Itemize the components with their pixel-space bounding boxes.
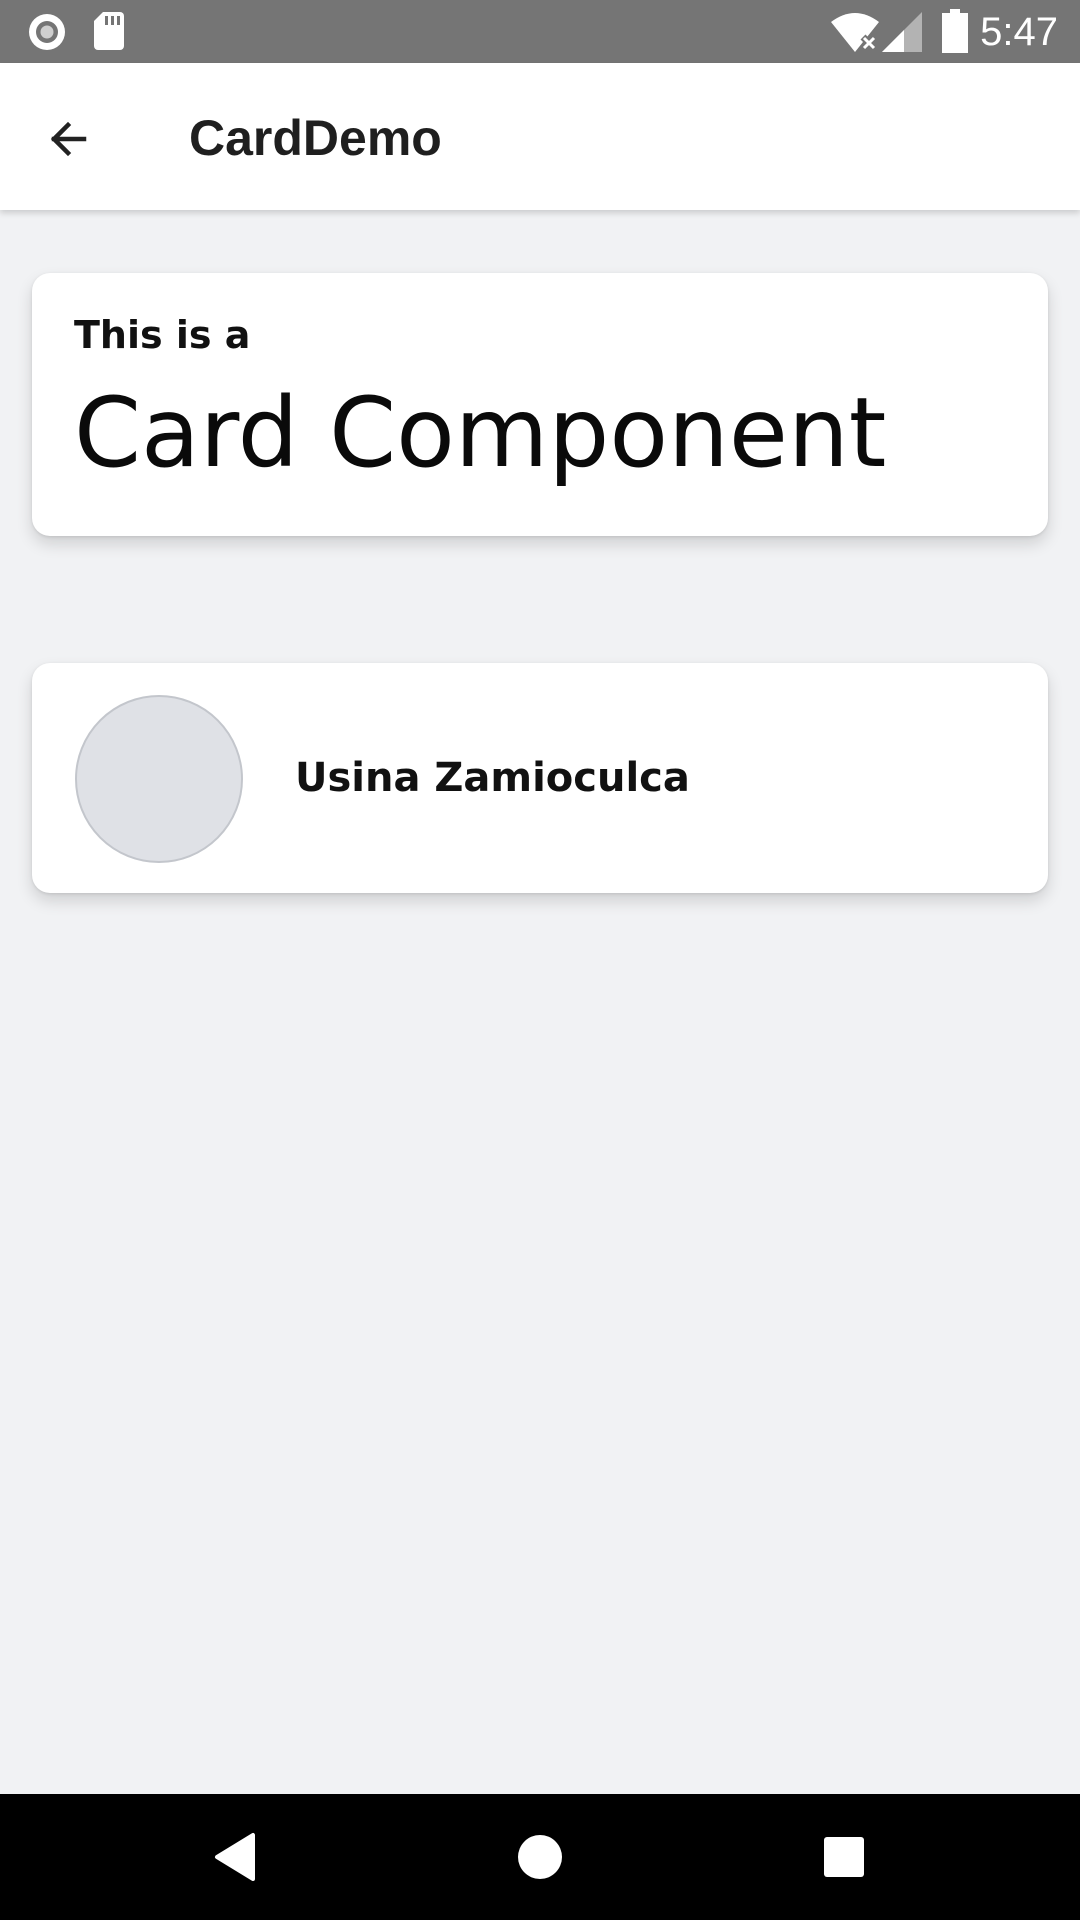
avatar bbox=[75, 695, 243, 863]
sd-card-icon bbox=[94, 12, 124, 50]
profile-card[interactable]: Usina Zamioculca bbox=[32, 663, 1048, 893]
card-title: Card Component bbox=[74, 377, 887, 489]
home-circle-icon bbox=[518, 1835, 562, 1879]
status-bar: 5:47 bbox=[0, 0, 1080, 63]
nav-recents-button[interactable] bbox=[804, 1817, 884, 1897]
arrow-back-icon bbox=[50, 121, 87, 157]
back-button[interactable] bbox=[28, 99, 108, 179]
status-time: 5:47 bbox=[980, 10, 1058, 54]
intro-card: This is a Card Component bbox=[32, 273, 1048, 536]
card-subtitle: This is a bbox=[74, 313, 251, 357]
cell-signal-icon bbox=[882, 12, 922, 52]
wifi-no-internet-icon bbox=[831, 13, 879, 52]
record-icon bbox=[29, 14, 65, 50]
battery-icon bbox=[942, 9, 968, 53]
system-nav-bar bbox=[0, 1794, 1080, 1920]
profile-name: Usina Zamioculca bbox=[295, 755, 690, 801]
recents-square-icon bbox=[824, 1837, 864, 1877]
page-title: CardDemo bbox=[189, 110, 442, 166]
nav-home-button[interactable] bbox=[500, 1817, 580, 1897]
app-bar: CardDemo bbox=[0, 63, 1080, 210]
nav-back-button[interactable] bbox=[196, 1817, 276, 1897]
back-triangle-icon bbox=[215, 1833, 255, 1881]
